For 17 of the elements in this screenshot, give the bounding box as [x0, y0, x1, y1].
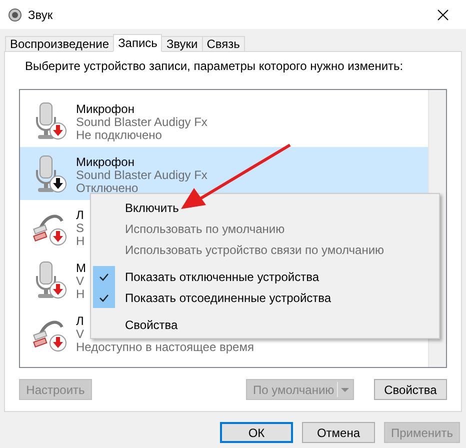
- device-status: Н: [76, 235, 85, 248]
- device-driver: V: [76, 328, 84, 342]
- window-title: Звук: [28, 8, 54, 22]
- device-status: Н: [76, 288, 85, 302]
- device-name: Микрофон: [76, 156, 134, 170]
- device-driver: V: [76, 275, 84, 288]
- device-status: Недоступно в настоящее время: [76, 341, 254, 354]
- device-name: Л: [76, 315, 84, 328]
- device-driver: S: [76, 222, 84, 236]
- device-status: Не подключено: [76, 129, 162, 142]
- device-name: М: [76, 262, 86, 276]
- device-driver: Sound Blaster Audigy Fx: [76, 169, 208, 182]
- device-name: Л: [76, 209, 84, 222]
- device-driver: Sound Blaster Audigy Fx: [76, 116, 208, 130]
- device-status: Отключено: [76, 182, 138, 196]
- instruction-text: Выберите устройство записи, параметры которого нужно изменить:: [24, 58, 404, 75]
- device-name: Микрофон: [76, 103, 134, 116]
